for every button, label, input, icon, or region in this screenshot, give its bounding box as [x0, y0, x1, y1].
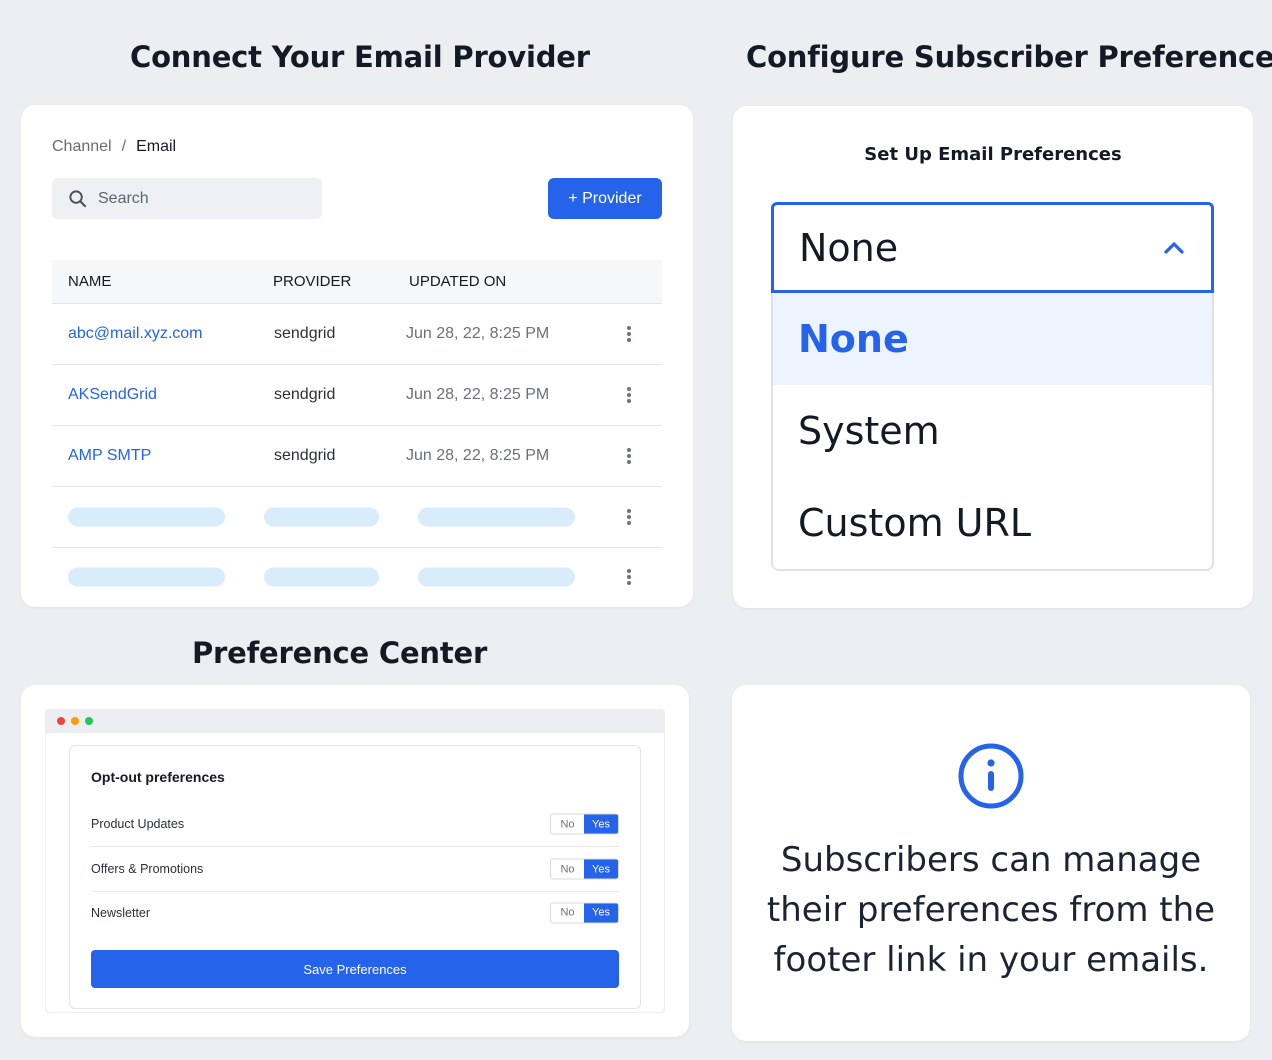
provider-name-link[interactable]: AMP SMTP [68, 447, 151, 465]
info-message: Subscribers can manage their preferences… [732, 835, 1250, 985]
skeleton-bar [264, 507, 379, 527]
skeleton-bar [68, 507, 225, 527]
skeleton-bar [264, 567, 379, 587]
table-row[interactable]: abc@mail.xyz.com sendgrid Jun 28, 22, 8:… [52, 304, 662, 365]
search-icon [69, 190, 87, 208]
preference-row: Offers & Promotions No Yes [91, 847, 619, 892]
breadcrumb-channel[interactable]: Channel [52, 138, 112, 155]
preference-center-card: Opt-out preferences Product Updates No Y… [21, 685, 689, 1037]
close-dot [57, 717, 65, 725]
updated-on: Jun 28, 22, 8:25 PM [406, 386, 550, 403]
toggle-yes[interactable]: Yes [584, 814, 618, 834]
opt-out-card: Opt-out preferences Product Updates No Y… [69, 745, 641, 1009]
maximize-dot [85, 717, 93, 725]
more-options-icon[interactable] [626, 387, 632, 403]
preferences-card: Set Up Email Preferences None None Syste… [733, 106, 1253, 608]
section-title-connect: Connect Your Email Provider [130, 40, 590, 74]
providers-card: Channel / Email Search + Provider NAME PRO… [21, 105, 693, 607]
section-title-preference-center: Preference Center [192, 636, 488, 670]
provider-type: sendgrid [274, 447, 336, 464]
more-options-icon[interactable] [626, 509, 632, 525]
add-provider-button[interactable]: + Provider [548, 178, 662, 219]
breadcrumb: Channel / Email [52, 138, 176, 156]
info-line: their preferences from the [766, 890, 1216, 930]
preference-label: Product Updates [91, 817, 185, 831]
table-row[interactable]: AKSendGrid sendgrid Jun 28, 22, 8:25 PM [52, 365, 662, 426]
search-input[interactable]: Search [52, 178, 322, 219]
yes-no-toggle[interactable]: No Yes [550, 902, 619, 923]
preference-row: Product Updates No Yes [91, 802, 619, 847]
option-system[interactable]: System [773, 385, 1212, 477]
provider-name-link[interactable]: AKSendGrid [68, 386, 157, 404]
option-custom-url[interactable]: Custom URL [773, 477, 1212, 569]
toggle-no[interactable]: No [551, 903, 584, 922]
dropdown-menu: None System Custom URL [771, 293, 1214, 571]
browser-window: Opt-out preferences Product Updates No Y… [45, 709, 665, 1013]
window-controls [57, 717, 93, 725]
preference-select[interactable]: None [771, 202, 1214, 293]
info-line: footer link in your emails. [773, 940, 1209, 980]
column-header-provider[interactable]: PROVIDER [273, 273, 351, 290]
providers-table: NAME PROVIDER UPDATED ON abc@mail.xyz.co… [52, 260, 662, 606]
selected-value: None [799, 225, 899, 270]
provider-type: sendgrid [274, 325, 336, 342]
info-line: Subscribers can manage [780, 840, 1202, 880]
column-header-updated-on[interactable]: UPDATED ON [409, 273, 506, 290]
toggle-no[interactable]: No [551, 859, 584, 879]
table-header: NAME PROVIDER UPDATED ON [52, 260, 662, 304]
save-preferences-button[interactable]: Save Preferences [91, 950, 619, 988]
skeleton-bar [68, 567, 225, 587]
provider-name-link[interactable]: abc@mail.xyz.com [68, 325, 203, 343]
search-placeholder: Search [98, 189, 149, 207]
preference-label: Newsletter [91, 905, 151, 920]
chevron-up-icon[interactable] [1163, 241, 1185, 255]
skeleton-row [52, 487, 662, 548]
more-options-icon[interactable] [626, 326, 632, 342]
info-icon [958, 743, 1024, 809]
minimize-dot [71, 717, 79, 725]
breadcrumb-separator: / [121, 138, 127, 155]
more-options-icon[interactable] [626, 448, 632, 464]
skeleton-bar [418, 567, 575, 587]
option-none[interactable]: None [773, 293, 1212, 385]
skeleton-row [52, 548, 662, 606]
breadcrumb-email: Email [136, 138, 177, 155]
toggle-yes[interactable]: Yes [584, 903, 618, 922]
updated-on: Jun 28, 22, 8:25 PM [406, 325, 550, 342]
column-header-name[interactable]: NAME [68, 273, 111, 290]
opt-out-title: Opt-out preferences [91, 769, 225, 785]
skeleton-bar [418, 507, 575, 527]
section-title-configure: Configure Subscriber Preferences [746, 40, 1272, 74]
info-card: Subscribers can manage their preferences… [732, 685, 1250, 1041]
table-row[interactable]: AMP SMTP sendgrid Jun 28, 22, 8:25 PM [52, 426, 662, 487]
more-options-icon[interactable] [626, 569, 632, 585]
preference-row: Newsletter No Yes [91, 890, 619, 935]
preference-label: Offers & Promotions [91, 862, 204, 876]
provider-type: sendgrid [274, 386, 336, 403]
yes-no-toggle[interactable]: No Yes [550, 858, 619, 880]
updated-on: Jun 28, 22, 8:25 PM [406, 447, 550, 464]
yes-no-toggle[interactable]: No Yes [550, 813, 619, 835]
email-preferences-heading: Set Up Email Preferences [864, 144, 1122, 165]
toggle-yes[interactable]: Yes [584, 859, 618, 879]
toggle-no[interactable]: No [551, 814, 584, 834]
